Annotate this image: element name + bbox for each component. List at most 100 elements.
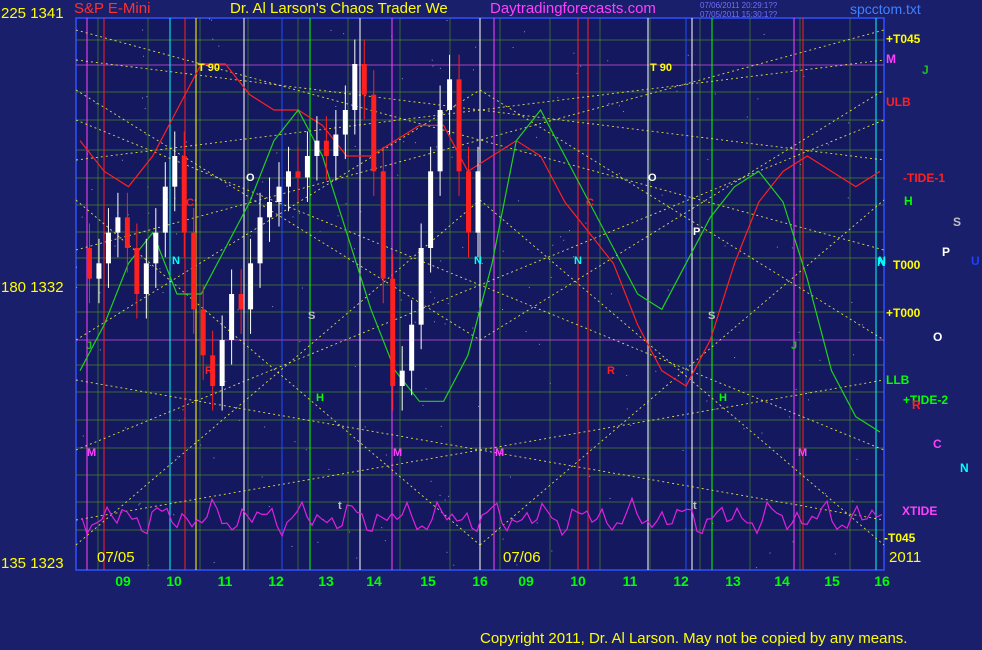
x-axis-ticks: 09 10 11 12 13 14 15 16 09 10 11 12 13 14 15 16	[115, 573, 890, 589]
x-tick-label: 15	[824, 573, 840, 589]
price-bar-body	[96, 263, 102, 279]
star-dot	[173, 514, 175, 516]
plot-label-n-1: N	[172, 255, 180, 267]
star-dot	[218, 45, 220, 47]
star-dot	[444, 323, 446, 325]
star-dot	[121, 159, 123, 161]
star-dot	[425, 388, 427, 390]
x-tick-label: 11	[623, 573, 638, 589]
star-dot	[757, 98, 759, 100]
star-dot	[114, 245, 116, 247]
star-dot	[618, 105, 620, 107]
star-dot	[440, 260, 442, 262]
star-dot	[795, 388, 797, 390]
star-dot	[761, 432, 763, 434]
star-dot	[563, 239, 565, 241]
star-dot	[76, 266, 78, 268]
price-bar-body	[390, 278, 396, 386]
price-bar-body	[323, 140, 329, 156]
price-bar-body	[371, 94, 377, 172]
star-dot	[502, 309, 504, 311]
plot-label-o-1: O	[246, 172, 255, 184]
price-bar-body	[304, 156, 310, 178]
price-bar-body	[105, 232, 111, 264]
star-dot	[385, 454, 387, 456]
star-dot	[808, 399, 810, 401]
star-dot	[448, 495, 450, 497]
x-tick-label: 14	[366, 573, 382, 589]
star-dot	[162, 292, 164, 294]
plot-label-t90-1: T 90	[198, 62, 221, 74]
star-dot	[354, 248, 356, 250]
price-bar-body	[466, 171, 472, 233]
right-label-plus-t000: +T000	[886, 306, 921, 320]
star-dot	[76, 286, 78, 288]
star-dot	[185, 141, 187, 143]
price-bar-body	[219, 340, 225, 386]
plot-label-o-2: O	[648, 172, 657, 184]
price-bar-body	[86, 248, 92, 279]
price-bar-body	[124, 217, 130, 248]
star-dot	[144, 108, 146, 110]
star-dot	[557, 97, 559, 99]
star-dot	[608, 103, 610, 105]
right-label-n-lower: N	[960, 461, 969, 475]
star-dot	[249, 235, 251, 237]
star-dot	[819, 359, 821, 361]
right-label-c: C	[933, 437, 942, 451]
star-dot	[299, 341, 301, 343]
x-tick-label: 16	[472, 573, 488, 589]
right-label-p: P	[942, 245, 951, 259]
star-dot	[237, 309, 239, 311]
star-dot	[81, 216, 83, 218]
price-bar-body	[428, 171, 434, 248]
star-dot	[268, 506, 270, 508]
star-dot	[149, 264, 151, 266]
star-dot	[294, 441, 296, 443]
right-label-m: M	[886, 52, 896, 66]
star-dot	[414, 321, 416, 323]
star-dot	[551, 550, 553, 552]
chaos-trader-chart: 09 10 11 12 13 14 15 16 09 10 11 12 13 14 15 16	[75, 17, 890, 589]
y-axis-label-bottom: 135 1323	[1, 555, 64, 572]
x-tick-label: 11	[218, 573, 233, 589]
star-dot	[630, 424, 632, 426]
timestamp-line-1: 07/06/2011 20:29:1??	[700, 1, 778, 10]
star-dot	[746, 116, 748, 118]
date-label-session-2: 07/06	[503, 549, 541, 566]
x-tick-label: 09	[518, 573, 534, 589]
star-dot	[607, 60, 609, 62]
star-dot	[512, 47, 514, 49]
price-bar-body	[200, 309, 206, 356]
star-dot	[622, 111, 624, 113]
right-label-r: R	[912, 398, 921, 412]
star-dot	[453, 564, 455, 566]
star-dot	[824, 492, 826, 494]
star-dot	[707, 159, 709, 161]
star-dot	[213, 457, 215, 459]
star-dot	[827, 144, 829, 146]
price-bar-body	[437, 110, 443, 172]
x-tick-label: 10	[570, 573, 586, 589]
star-dot	[518, 200, 520, 202]
plot-label-n-2: N	[474, 255, 482, 267]
price-bar-body	[418, 248, 424, 325]
timestamp-stamp: 07/06/2011 20:29:1?? 07/05/2011 15:30:1?…	[700, 1, 777, 19]
x-tick-label: 15	[420, 573, 436, 589]
price-bar-body	[143, 263, 149, 294]
star-dot	[208, 18, 210, 20]
star-dot	[763, 33, 765, 35]
star-dot	[422, 404, 424, 406]
star-dot	[472, 327, 474, 329]
plot-label-s-1: S	[308, 310, 316, 322]
star-dot	[552, 244, 554, 246]
price-bar-body	[475, 171, 481, 233]
price-bar-body	[172, 156, 178, 187]
star-dot	[580, 65, 582, 67]
site-link[interactable]: Daytradingforecasts.com	[490, 0, 656, 17]
star-dot	[525, 331, 527, 333]
star-dot	[142, 55, 144, 57]
star-dot	[264, 426, 266, 428]
star-dot	[261, 476, 263, 478]
star-dot	[724, 245, 726, 247]
